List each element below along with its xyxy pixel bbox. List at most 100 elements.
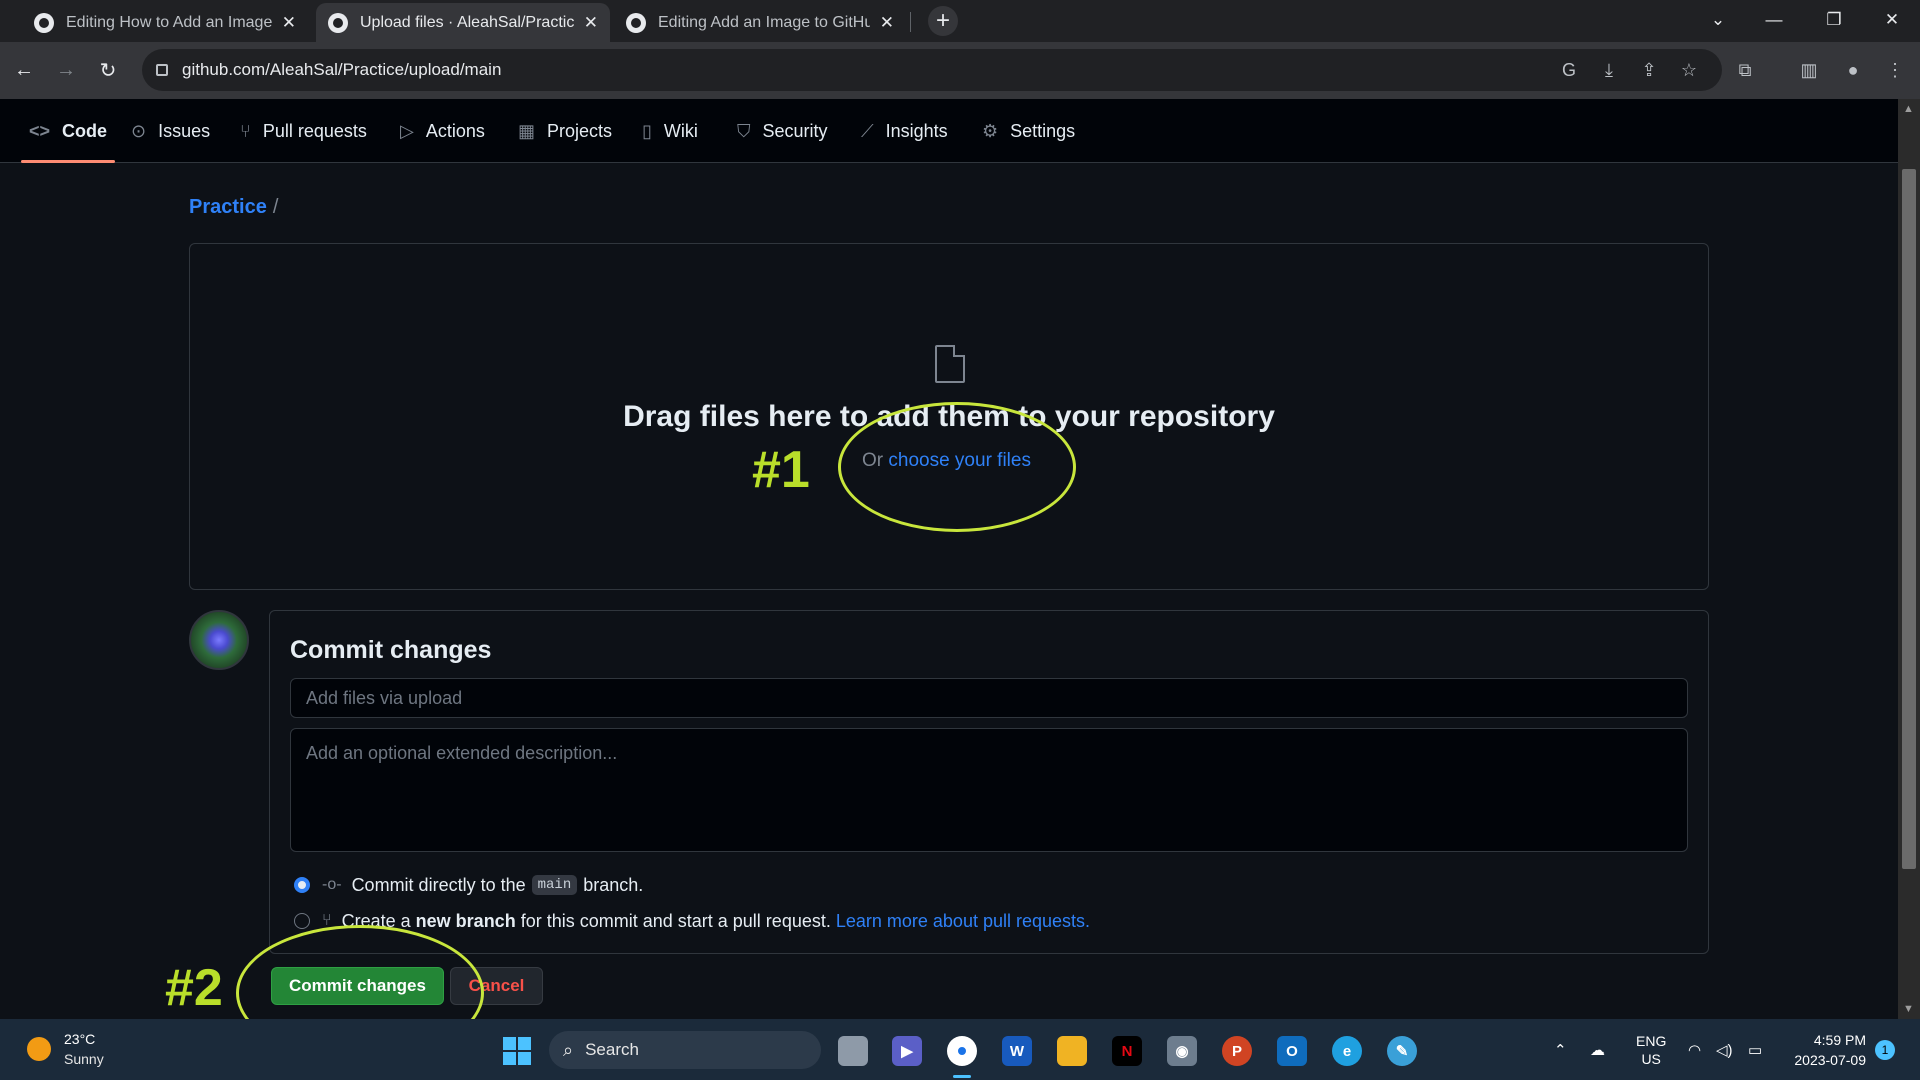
tab-security[interactable]: ⛉ Security xyxy=(737,99,828,163)
tray-overflow-icon[interactable]: ⌃ xyxy=(1554,1019,1567,1080)
tab-issues[interactable]: ⊙ Issues xyxy=(131,99,210,163)
breadcrumb-repo-link[interactable]: Practice xyxy=(189,196,267,218)
page-scrollbar[interactable]: ▲ ▼ xyxy=(1898,99,1920,1019)
annotation-label-1: #1 xyxy=(752,441,810,499)
close-icon[interactable]: ✕ xyxy=(584,13,598,33)
new-branch-option[interactable]: ⑂ Create a new branch for this commit an… xyxy=(294,908,1090,934)
tab-projects[interactable]: ▦ Projects xyxy=(518,99,612,163)
tab-code[interactable]: <> Code xyxy=(20,99,116,163)
avatar[interactable] xyxy=(189,610,249,670)
close-icon[interactable]: ✕ xyxy=(880,13,894,33)
play-icon: ▷ xyxy=(400,120,414,141)
clock-time: 4:59 PM xyxy=(1813,1032,1866,1048)
commit-direct-option[interactable]: -o- Commit directly to the main branch. xyxy=(294,872,643,898)
commit-summary-input[interactable] xyxy=(290,678,1688,718)
file-explorer-icon[interactable] xyxy=(1057,1036,1087,1066)
table-icon: ▦ xyxy=(518,120,536,141)
sun-icon[interactable] xyxy=(27,1037,51,1061)
book-icon: ▯ xyxy=(642,120,652,141)
new-tab-button[interactable]: + xyxy=(928,6,958,36)
radio-new-branch[interactable] xyxy=(294,913,310,929)
lock-icon xyxy=(156,64,168,76)
tab-label: Actions xyxy=(425,120,485,141)
chrome-icon[interactable] xyxy=(947,1036,977,1066)
profile-icon[interactable]: ● xyxy=(1841,58,1865,82)
annotation-ellipse-1 xyxy=(838,402,1076,532)
taskbar: 23°C Sunny ⌕ Search ▶ W N ◉ P O e ✎ ⌃ ☁ … xyxy=(0,1019,1920,1080)
task-view-icon[interactable] xyxy=(838,1036,868,1066)
windows-start-icon[interactable] xyxy=(503,1037,531,1065)
volume-icon[interactable]: ◁) xyxy=(1716,1019,1733,1080)
outlook-icon[interactable]: O xyxy=(1277,1036,1307,1066)
shield-icon: ⛉ xyxy=(737,120,751,141)
tab-insights[interactable]: ⟋ Insights xyxy=(861,99,948,163)
window-close-icon[interactable]: ✕ xyxy=(1864,0,1920,40)
netflix-icon[interactable]: N xyxy=(1112,1036,1142,1066)
url-text: github.com/AleahSal/Practice/upload/main xyxy=(182,60,502,79)
bookmark-star-icon[interactable]: ☆ xyxy=(1677,58,1701,82)
tab-wiki[interactable]: ▯ Wiki xyxy=(642,99,698,163)
option-text: branch. xyxy=(583,874,644,895)
menu-icon[interactable]: ⋮ xyxy=(1883,58,1907,82)
tab-settings[interactable]: ⚙ Settings xyxy=(982,99,1075,163)
paint-icon[interactable]: ✎ xyxy=(1387,1036,1417,1066)
github-icon xyxy=(34,12,54,33)
close-icon[interactable]: ✕ xyxy=(282,13,296,33)
tab-pull-requests[interactable]: ⑂ Pull requests xyxy=(240,99,367,163)
file-icon xyxy=(935,345,965,383)
extensions-icon[interactable]: ⧉ xyxy=(1733,58,1757,82)
lang-bottom: US xyxy=(1641,1050,1661,1067)
restore-icon[interactable]: ❐ xyxy=(1806,0,1862,40)
issue-icon: ⊙ xyxy=(131,120,147,141)
scroll-down-icon[interactable]: ▼ xyxy=(1903,1003,1914,1015)
minimize-icon[interactable]: — xyxy=(1746,0,1802,40)
teams-icon[interactable]: ▶ xyxy=(892,1036,922,1066)
scroll-up-icon[interactable]: ▲ xyxy=(1903,103,1914,115)
install-icon[interactable]: ⤓ xyxy=(1597,58,1621,82)
commit-description-input[interactable] xyxy=(290,728,1688,852)
browser-tab-3[interactable]: Editing Add an Image to GitHub ✕ xyxy=(614,3,906,42)
tab-title: Upload files · AleahSal/Practice xyxy=(360,13,574,31)
system-clock[interactable]: 4:59 PM 2023-07-09 xyxy=(1782,1030,1866,1070)
side-panel-icon[interactable]: ▥ xyxy=(1797,58,1821,82)
weather-temp[interactable]: 23°C xyxy=(64,1031,95,1047)
graph-icon: ⟋ xyxy=(861,120,874,141)
tab-search-icon[interactable]: ⌄ xyxy=(1690,0,1746,40)
tab-separator xyxy=(910,12,911,32)
browser-tab-1[interactable]: Editing How to Add an Image to ✕ xyxy=(22,3,308,42)
radio-commit-direct[interactable] xyxy=(294,877,310,893)
share-icon[interactable]: ⇪ xyxy=(1637,58,1661,82)
forward-icon[interactable]: → xyxy=(50,54,82,86)
word-icon[interactable]: W xyxy=(1002,1036,1032,1066)
learn-more-link[interactable]: Learn more about pull requests. xyxy=(836,911,1090,932)
google-icon[interactable]: G xyxy=(1557,58,1581,82)
repo-nav: <> Code ⊙ Issues ⑂ Pull requests ▷ Actio… xyxy=(0,99,1898,163)
onedrive-icon[interactable]: ☁ xyxy=(1590,1019,1605,1080)
browser-tabstrip: Editing How to Add an Image to ✕ Upload … xyxy=(0,0,1920,42)
breadcrumb: Practice / xyxy=(189,196,278,219)
taskbar-search[interactable]: ⌕ Search xyxy=(549,1031,821,1069)
tab-label: Issues xyxy=(158,120,211,141)
tab-actions[interactable]: ▷ Actions xyxy=(400,99,485,163)
edge-icon[interactable]: e xyxy=(1332,1036,1362,1066)
address-bar[interactable]: github.com/AleahSal/Practice/upload/main xyxy=(142,49,1722,91)
commit-heading: Commit changes xyxy=(290,636,492,664)
tab-label: Insights xyxy=(885,120,948,141)
weather-desc[interactable]: Sunny xyxy=(64,1051,104,1067)
notification-badge[interactable]: 1 xyxy=(1875,1040,1895,1060)
active-app-indicator xyxy=(953,1075,971,1078)
back-icon[interactable]: ← xyxy=(8,54,40,86)
browser-toolbar: ← → ↻ github.com/AleahSal/Practice/uploa… xyxy=(0,42,1920,99)
tab-label: Projects xyxy=(547,120,613,141)
gear-icon: ⚙ xyxy=(982,120,999,141)
reload-icon[interactable]: ↻ xyxy=(92,54,124,86)
language-indicator[interactable]: ENG US xyxy=(1636,1019,1666,1080)
browser-tab-2[interactable]: Upload files · AleahSal/Practice ✕ xyxy=(316,3,610,42)
powerpoint-icon[interactable]: P xyxy=(1222,1036,1252,1066)
wifi-icon[interactable]: ◠ xyxy=(1688,1019,1701,1080)
camera-icon[interactable]: ◉ xyxy=(1167,1036,1197,1066)
option-bold-text: new branch xyxy=(415,910,516,931)
github-icon xyxy=(626,12,646,33)
battery-icon[interactable]: ▭ xyxy=(1748,1019,1762,1080)
scrollbar-thumb[interactable] xyxy=(1902,169,1916,869)
